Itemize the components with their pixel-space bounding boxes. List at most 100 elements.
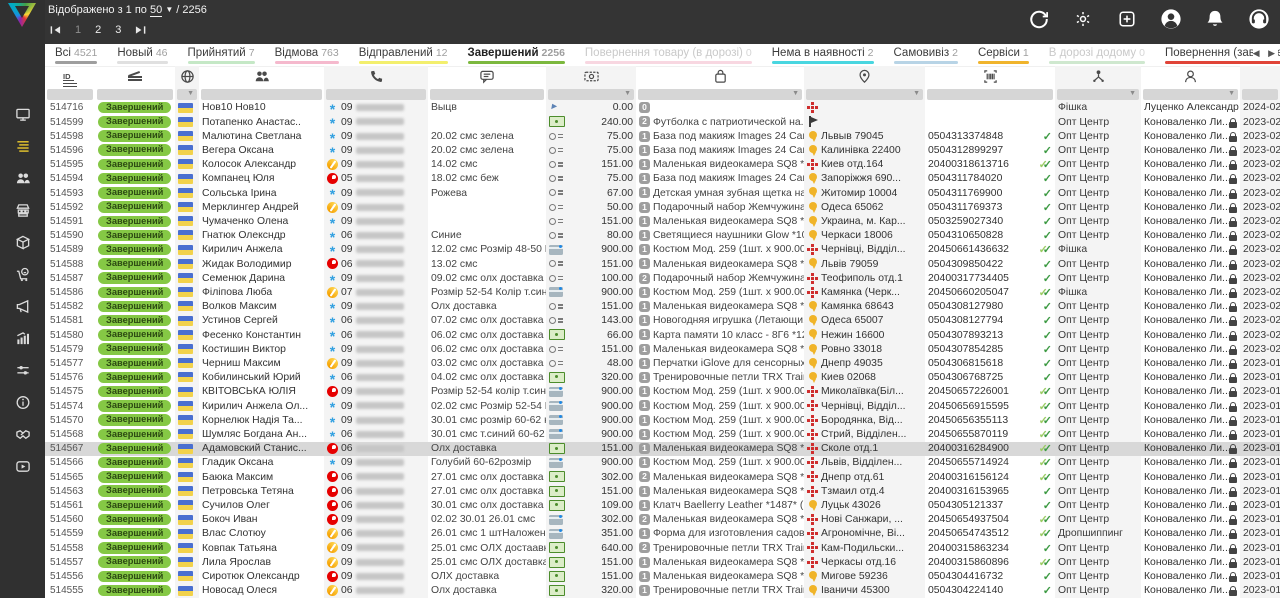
product-cell[interactable]: 1Светящиеся наушники Glow *10... [636,229,804,243]
phone-cell[interactable]: 09 [324,116,428,130]
source-cell[interactable]: Опт Центр [1055,158,1141,172]
comment-cell[interactable]: Голубий 60-62розмір [428,456,546,470]
date-cell[interactable]: 2023-02 [1240,243,1280,257]
date-cell[interactable]: 2023-01 [1240,485,1280,499]
ttn-cell[interactable]: 0504309850422✓ [925,258,1055,272]
product-cell[interactable]: 0 [636,101,804,115]
comment-cell[interactable]: Олх доставка [428,300,546,314]
ttn-cell[interactable]: 20400318613716✓✓ [925,158,1055,172]
order-row-514591[interactable]: 514591ЗавершенийЧумаченко Олена09151.001… [45,215,1280,229]
ttn-cell[interactable]: 20400316156124✓✓ [925,471,1055,485]
address-cell[interactable]: Луцьк 43026 [804,499,925,513]
phone-cell[interactable]: 06 [324,471,428,485]
phone-cell[interactable]: 09 [324,570,428,584]
customer-name-cell[interactable]: Влас Слотюу [199,527,324,541]
order-id-cell[interactable]: 514588 [45,258,95,272]
customer-name-cell[interactable]: Бокоч Иван [199,513,324,527]
source-cell[interactable]: Опт Центр [1055,513,1141,527]
ttn-cell[interactable]: 0504304416732✓ [925,570,1055,584]
order-row-514558[interactable]: 514558ЗавершенийКовпак Татьяна0925.01 см… [45,542,1280,556]
comment-cell[interactable]: 02.02 30.01 26.01 смс [428,513,546,527]
address-cell[interactable] [804,101,925,115]
customer-name-cell[interactable]: Петровська Тетяна [199,485,324,499]
address-cell[interactable]: Киев отд.164 [804,158,925,172]
ttn-cell[interactable]: 0504307854285✓ [925,343,1055,357]
country-cell[interactable] [175,385,199,399]
order-id-cell[interactable]: 514587 [45,272,95,286]
source-cell[interactable]: Опт Центр [1055,456,1141,470]
order-id-cell[interactable]: 514582 [45,300,95,314]
page-number-1[interactable]: 1 [75,24,81,36]
source-cell[interactable]: Опт Центр [1055,329,1141,343]
customer-name-cell[interactable]: Сольська Ірина [199,187,324,201]
product-cell[interactable]: 1Перчатки iGlove для сенсорных ... [636,357,804,371]
address-cell[interactable]: Черкаси 18006 [804,229,925,243]
comment-cell[interactable]: 14.02 смс [428,158,546,172]
country-globe-icon[interactable] [175,66,199,87]
order-id-cell[interactable]: 514592 [45,201,95,215]
payment-cell[interactable]: 900.00 [546,414,636,428]
country-cell[interactable] [175,187,199,201]
order-id-cell[interactable]: 514586 [45,286,95,300]
phone-cell[interactable]: 06 [324,499,428,513]
ttn-cell[interactable]: 20450655870119✓✓ [925,428,1055,442]
order-id-cell[interactable]: 514594 [45,172,95,186]
manager-cell[interactable]: Коноваленко Ли... [1141,329,1240,343]
product-cell[interactable]: 1Новогодняя игрушка (Летающи... [636,314,804,328]
manager-person-icon[interactable] [1141,66,1240,87]
ttn-cell[interactable]: 0504311769900✓ [925,187,1055,201]
order-id-cell[interactable]: 514589 [45,243,95,257]
status-cell[interactable]: Завершений [95,286,175,300]
manager-cell[interactable]: Коноваленко Ли... [1141,442,1240,456]
phone-cell[interactable]: 09 [324,400,428,414]
manager-cell[interactable]: Коноваленко Ли... [1141,215,1240,229]
manager-cell[interactable]: Коноваленко Ли... [1141,229,1240,243]
source-share-icon[interactable] [1055,66,1141,87]
product-cell[interactable]: 1Маленькая видеокамера SQ8 *... [636,556,804,570]
payment-cell[interactable]: 302.00 [546,471,636,485]
column-filter-input[interactable] [47,89,93,100]
manager-cell[interactable]: Коноваленко Ли... [1141,272,1240,286]
product-cell[interactable]: 1Тренировочные петли TRX Train... [636,584,804,598]
phone-cell[interactable]: 09 [324,300,428,314]
phone-icon[interactable] [324,66,428,87]
status-cell[interactable]: Завершений [95,144,175,158]
order-id-cell[interactable]: 514570 [45,414,95,428]
customer-name-cell[interactable]: Ковпак Татьяна [199,542,324,556]
payment-cell[interactable]: 66.00 [546,329,636,343]
comment-cell[interactable]: 12.02 смс Розмір 48-50 Колір ... [428,243,546,257]
filter-dropdown-icon[interactable]: ▼ [792,90,799,97]
customer-name-cell[interactable]: Гнатюк Олексндр [199,229,324,243]
address-cell[interactable]: Одеса 65062 [804,201,925,215]
customer-name-cell[interactable]: Компанец Юля [199,172,324,186]
comment-cell[interactable]: 07.02 смс олх доставка [428,314,546,328]
payment-cell[interactable]: 900.00 [546,400,636,414]
address-cell[interactable]: Кам-Подильски... [804,542,925,556]
order-id-cell[interactable]: 514560 [45,513,95,527]
order-row-514561[interactable]: 514561ЗавершенийСучилов Олег0630.01 смс … [45,499,1280,513]
date-cell[interactable]: 2023-01 [1240,442,1280,456]
manager-cell[interactable]: Луценко Александр [1141,101,1240,115]
product-cell[interactable]: 1Маленькая видеокамера SQ8 *... [636,343,804,357]
comment-cell[interactable]: Олх доставка [428,442,546,456]
status-cell[interactable]: Завершений [95,116,175,130]
status-cell[interactable]: Завершений [95,272,175,286]
source-cell[interactable]: Фішка [1055,243,1141,257]
source-cell[interactable]: Опт Центр [1055,172,1141,186]
status-cell[interactable]: Завершений [95,471,175,485]
manager-cell[interactable]: Коноваленко Ли... [1141,542,1240,556]
date-cell[interactable]: 2023-01 [1240,556,1280,570]
source-cell[interactable]: Опт Центр [1055,471,1141,485]
order-row-514596[interactable]: 514596ЗавершенийВегера Оксана0920.02 смс… [45,144,1280,158]
sidebar-item-shopping[interactable] [11,268,35,286]
comment-cell[interactable]: 09.02 смс олх доставка [428,272,546,286]
date-cell[interactable]: 2023-01 [1240,471,1280,485]
date-cell[interactable]: 2023-02 [1240,187,1280,201]
phone-cell[interactable]: 09 [324,385,428,399]
payment-cell[interactable]: 151.00 [546,258,636,272]
country-cell[interactable] [175,130,199,144]
ttn-cell[interactable]: 20450657226001✓✓ [925,385,1055,399]
manager-cell[interactable]: Коноваленко Ли... [1141,471,1240,485]
ttn-cell[interactable]: 20400316284900✓✓ [925,442,1055,456]
comment-cell[interactable]: 02.02 смс Розмір 52-54 Колір ... [428,400,546,414]
